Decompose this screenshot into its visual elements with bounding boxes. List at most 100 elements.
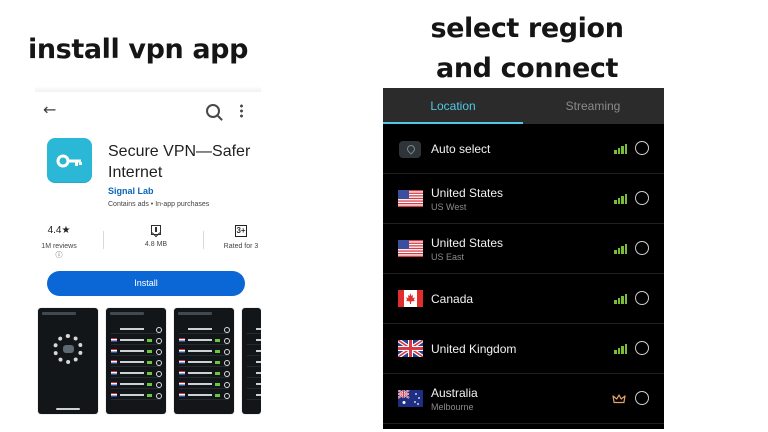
location-name: Canada xyxy=(431,292,474,306)
app-screenshot[interactable] xyxy=(174,308,234,414)
mini-text-line xyxy=(256,394,261,396)
size-label: 4.8 MB xyxy=(144,241,168,248)
app-meta: Contains ads • In-app purchases xyxy=(108,201,210,208)
screenshot-list-row xyxy=(247,337,261,345)
premium-crown-icon xyxy=(612,394,626,404)
screenshot-header xyxy=(110,312,144,315)
mini-text-line xyxy=(188,339,212,341)
location-tabs: Location Streaming xyxy=(383,88,664,124)
screenshot-list-row xyxy=(179,326,230,334)
mini-flag-icon xyxy=(111,393,117,397)
signal-strength-icon xyxy=(614,344,628,354)
australia-flag-icon xyxy=(398,390,423,407)
mini-signal-icon xyxy=(215,361,220,364)
connect-caption: select region and connect xyxy=(424,9,630,89)
mini-text-line xyxy=(256,383,261,385)
publisher-link[interactable]: Signal Lab xyxy=(108,186,154,197)
screenshot-list-row xyxy=(247,326,261,334)
mini-radio-icon xyxy=(156,393,162,399)
screenshot-caption-line xyxy=(56,408,80,410)
app-title: Secure VPN—Safer Internet xyxy=(108,143,251,181)
location-row-auto-select[interactable]: Auto select xyxy=(383,124,664,174)
mini-radio-icon xyxy=(224,371,230,377)
mini-text-line xyxy=(256,328,261,330)
mini-text-line xyxy=(188,350,212,352)
mini-text-line xyxy=(120,394,144,396)
location-row-us-west[interactable]: United States US West xyxy=(383,174,664,224)
mini-radio-icon xyxy=(156,327,162,333)
tab-location[interactable]: Location xyxy=(383,88,523,124)
rating-value: 4.4★ xyxy=(47,225,71,236)
mini-radio-icon xyxy=(224,393,230,399)
mini-text-line xyxy=(188,361,212,363)
us-flag-icon xyxy=(398,190,423,207)
vpn-instructions-image: install vpn app select region and connec… xyxy=(0,0,768,432)
location-radio[interactable] xyxy=(635,291,649,305)
location-row-us-east[interactable]: United States US East xyxy=(383,224,664,274)
mini-signal-icon xyxy=(215,383,220,386)
mini-text-line xyxy=(120,339,144,341)
install-caption: install vpn app xyxy=(28,34,249,65)
screenshot-list-row xyxy=(111,337,162,345)
screenshot-list-row xyxy=(111,348,162,356)
screenshot-list-row xyxy=(111,359,162,367)
app-screenshot[interactable] xyxy=(106,308,166,414)
location-radio[interactable] xyxy=(635,191,649,205)
connect-ring-icon xyxy=(53,334,83,364)
screenshot-header xyxy=(42,312,76,315)
age-rating-label: Rated for 3 xyxy=(223,243,259,250)
rating-stat[interactable]: 4.4★ 1M reviews ⓘ xyxy=(37,225,81,259)
screenshot-list-row xyxy=(247,392,261,400)
location-radio[interactable] xyxy=(635,141,649,155)
location-name: Auto select xyxy=(431,142,491,156)
mini-text-line xyxy=(120,361,144,363)
location-region: US West xyxy=(431,202,467,212)
app-screenshot-partial[interactable] xyxy=(242,308,261,414)
app-screenshot[interactable] xyxy=(38,308,98,414)
location-name: United States xyxy=(431,186,504,200)
screenshot-list-row xyxy=(179,337,230,345)
mini-flag-icon xyxy=(179,338,185,342)
vpn-location-list: Location Streaming Auto select United St… xyxy=(383,88,664,429)
mini-text-line xyxy=(120,383,144,385)
mini-flag-icon xyxy=(111,338,117,342)
mini-flag-icon xyxy=(111,371,117,375)
mini-signal-icon xyxy=(147,350,152,353)
reviews-label: 1M reviews ⓘ xyxy=(41,243,77,259)
location-radio[interactable] xyxy=(635,241,649,255)
canada-flag-icon xyxy=(398,290,423,307)
screenshot-list-row xyxy=(111,370,162,378)
mini-signal-icon xyxy=(147,383,152,386)
status-strip xyxy=(35,86,261,92)
mini-flag-icon xyxy=(179,360,185,364)
signal-strength-icon xyxy=(614,194,628,204)
signal-strength-icon xyxy=(614,244,628,254)
screenshot-list-row xyxy=(179,370,230,378)
mini-text-line xyxy=(256,350,261,352)
screenshot-list-row xyxy=(247,348,261,356)
connect-caption-line-2: and connect xyxy=(436,53,618,84)
more-vertical-icon[interactable] xyxy=(240,104,243,118)
tab-streaming[interactable]: Streaming xyxy=(523,88,663,124)
location-radio[interactable] xyxy=(635,391,649,405)
mini-flag-icon xyxy=(179,349,185,353)
location-row-canada[interactable]: Canada xyxy=(383,274,664,324)
location-row-australia-melbourne[interactable]: Australia Melbourne xyxy=(383,374,664,424)
mini-radio-icon xyxy=(156,371,162,377)
mini-signal-icon xyxy=(147,339,152,342)
mini-text-line xyxy=(188,328,212,330)
mini-text-line xyxy=(188,394,212,396)
mini-radio-icon xyxy=(224,338,230,344)
age-rating-stat[interactable]: 3+ Rated for 3 xyxy=(221,225,261,259)
mini-text-line xyxy=(256,361,261,363)
back-arrow-icon[interactable]: ← xyxy=(43,102,56,118)
location-radio[interactable] xyxy=(635,341,649,355)
connect-caption-line-1: select region xyxy=(430,13,624,44)
mini-signal-icon xyxy=(215,339,220,342)
screenshot-header xyxy=(178,312,212,315)
signal-strength-icon xyxy=(614,294,628,304)
location-row-united-kingdom[interactable]: United Kingdom xyxy=(383,324,664,374)
install-button[interactable]: Install xyxy=(47,271,245,296)
search-icon[interactable] xyxy=(206,104,220,118)
screenshot-list-row xyxy=(247,359,261,367)
